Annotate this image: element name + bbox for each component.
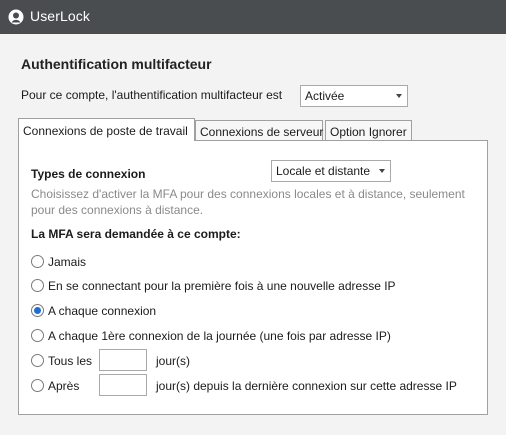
chevron-down-icon xyxy=(379,169,385,173)
option-label: A chaque 1ère connexion de la journée (u… xyxy=(48,329,391,343)
option-label: En se connectant pour la première fois à… xyxy=(48,279,396,293)
connection-types-value: Locale et distante xyxy=(276,164,371,178)
dialog-title: Authentification multifacteur xyxy=(21,56,212,72)
radio-never[interactable] xyxy=(31,255,44,268)
tab-ignore-option[interactable]: Option Ignorer xyxy=(325,120,412,140)
radio-first-new-ip[interactable] xyxy=(31,279,44,292)
mfa-status-value: Activée xyxy=(305,89,345,103)
every-n-days-input[interactable] xyxy=(99,349,147,371)
title-bar: UserLock xyxy=(0,0,506,34)
after-n-days-input[interactable] xyxy=(99,374,147,396)
connection-types-label: Types de connexion xyxy=(31,167,146,181)
radio-after-n-days[interactable] xyxy=(31,379,44,392)
connection-types-dropdown[interactable]: Locale et distante xyxy=(271,160,391,182)
option-label: Jamais xyxy=(48,255,87,269)
tab-panel: Types de connexion Locale et distante Ch… xyxy=(18,140,488,415)
option-label: Après xyxy=(48,379,80,393)
radio-first-logon-of-day[interactable] xyxy=(31,329,44,342)
option-label: Tous les xyxy=(48,354,93,368)
dialog-content: Authentification multifacteur Pour ce co… xyxy=(0,34,506,435)
connection-types-description: Choisissez d'activer la MFA pour des con… xyxy=(31,187,465,217)
days-suffix: jour(s) xyxy=(156,354,191,368)
tab-server-connections[interactable]: Connexions de serveur xyxy=(195,120,323,140)
tab-workstation-connections[interactable]: Connexions de poste de travail xyxy=(18,118,195,141)
option-label: A chaque connexion xyxy=(48,304,157,318)
days-suffix: jour(s) depuis la dernière connexion sur… xyxy=(156,379,457,393)
mfa-requirement-label: La MFA sera demandée à ce compte: xyxy=(31,227,241,241)
radio-every-n-days[interactable] xyxy=(31,354,44,367)
chevron-down-icon xyxy=(396,94,402,98)
mfa-status-label: Pour ce compte, l'authentification multi… xyxy=(21,88,283,102)
radio-every-logon[interactable] xyxy=(31,304,44,317)
mfa-status-dropdown[interactable]: Activée xyxy=(300,85,408,107)
app-brand: UserLock xyxy=(30,8,90,24)
userlock-logo-icon xyxy=(8,9,24,25)
